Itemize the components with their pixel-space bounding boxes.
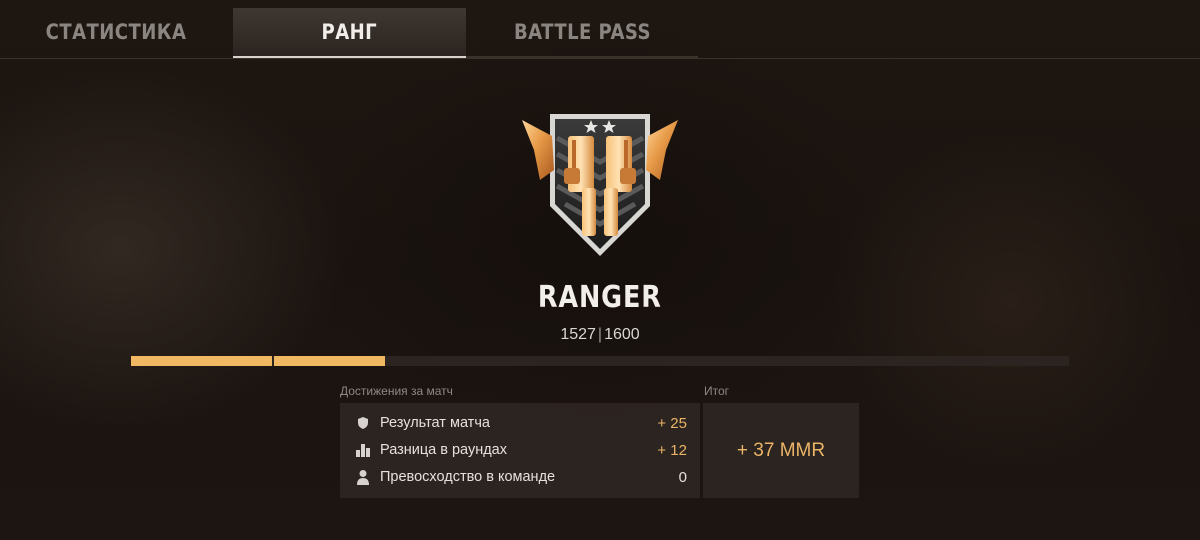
tab-rank[interactable]: РАНГ <box>233 8 466 56</box>
achievement-value: 0 <box>678 468 687 486</box>
tab-rank-label: РАНГ <box>321 20 378 44</box>
tab-statistics[interactable]: СТАТИСТИКА <box>46 8 186 56</box>
mmr-progress-text: 1527 | 1600 <box>0 326 1200 344</box>
achievement-row-match-result: Результат матча + 25 <box>340 410 700 436</box>
achievement-label: Результат матча <box>380 415 490 431</box>
total-mmr-value: + 37 MMR <box>736 439 826 461</box>
tabs-divider-accent <box>466 56 698 58</box>
achievement-value: + 25 <box>657 414 687 432</box>
rank-name: RANGER <box>538 280 662 315</box>
rank-progress-bar <box>131 356 1069 366</box>
achievement-row-team-superiority: Превосходство в команде 0 <box>340 464 700 490</box>
progress-previous-segment <box>131 356 272 366</box>
total-title: Итог <box>704 384 730 398</box>
ranger-pistols-emblem-icon <box>520 110 680 260</box>
achievements-panel: Результат матча + 25 Разница в раундах +… <box>340 403 700 498</box>
tab-bar: СТАТИСТИКА РАНГ BATTLE PASS <box>0 0 1200 59</box>
tab-battle-pass[interactable]: BATTLE PASS <box>494 8 670 56</box>
bar-chart-icon <box>354 441 372 459</box>
achievement-row-round-difference: Разница в раундах + 12 <box>340 437 700 463</box>
progress-gain-segment <box>274 356 385 366</box>
rank-screen: СТАТИСТИКА РАНГ BATTLE PASS RANGER 1527 … <box>0 0 1200 540</box>
mmr-max: 1600 <box>604 326 640 343</box>
achievement-value: + 12 <box>657 441 687 459</box>
achievements-title: Достижения за матч <box>340 384 453 398</box>
total-panel: + 37 MMR <box>703 403 859 498</box>
active-tab-underline <box>233 56 466 58</box>
achievement-label: Превосходство в команде <box>380 469 556 485</box>
person-icon <box>354 468 372 486</box>
tabs-divider <box>0 58 1200 59</box>
mmr-current: 1527 <box>560 326 596 343</box>
shield-icon <box>354 414 372 432</box>
achievement-label: Разница в раундах <box>380 442 507 458</box>
mmr-separator: | <box>597 326 603 343</box>
